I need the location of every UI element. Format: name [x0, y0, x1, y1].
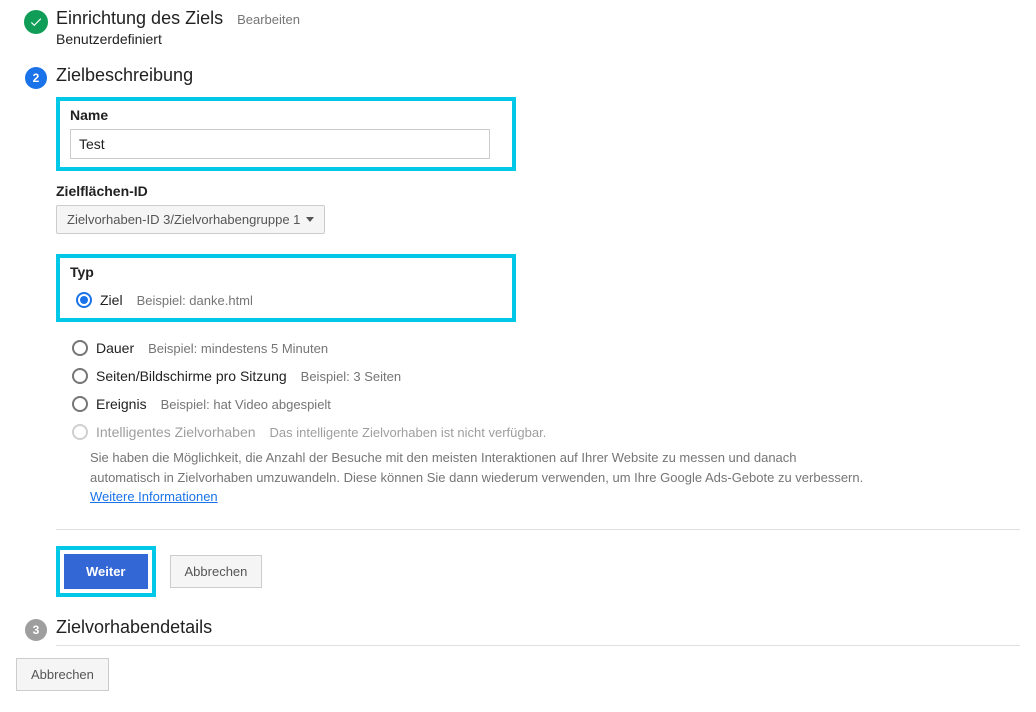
radio-duration[interactable]: Dauer Beispiel: mindestens 5 Minuten [62, 334, 1020, 362]
radio-event[interactable]: Ereignis Beispiel: hat Video abgespielt [62, 390, 1020, 418]
radio-example: Beispiel: mindestens 5 Minuten [148, 341, 328, 356]
type-label: Typ [70, 264, 502, 280]
step-3-badge: 3 [25, 619, 47, 641]
step-1-title: Einrichtung des Ziels [56, 8, 223, 29]
name-label: Name [70, 107, 502, 123]
slot-block: Zielflächen-ID Zielvorhaben-ID 3/Zielvor… [56, 183, 1020, 234]
radio-icon [72, 396, 88, 412]
name-input[interactable] [70, 129, 490, 159]
radio-icon [72, 368, 88, 384]
radio-icon [76, 292, 92, 308]
radio-icon [72, 424, 88, 440]
radio-destination[interactable]: Ziel Beispiel: danke.html [76, 286, 502, 314]
step-2-body: Name Zielflächen-ID Zielvorhaben-ID 3/Zi… [56, 97, 1020, 597]
slot-dropdown-value: Zielvorhaben-ID 3/Zielvorhabengruppe 1 [67, 212, 300, 227]
bottom-actions: Abbrechen [16, 658, 1020, 691]
chevron-down-icon [306, 217, 314, 222]
radio-label: Ereignis [96, 396, 147, 412]
step-3-header: 3 Zielvorhabendetails [16, 617, 1020, 641]
continue-button[interactable]: Weiter [64, 554, 148, 589]
cancel-button[interactable]: Abbrechen [16, 658, 109, 691]
step-1-subtitle: Benutzerdefiniert [56, 31, 1020, 47]
radio-label: Ziel [100, 292, 123, 308]
step-1-header: Einrichtung des Ziels Bearbeiten Benutze… [16, 8, 1020, 47]
step-2-badge: 2 [25, 67, 47, 89]
radio-example: Das intelligente Zielvorhaben ist nicht … [270, 425, 547, 440]
type-highlight: Typ Ziel Beispiel: danke.html [56, 254, 516, 322]
radio-example: Beispiel: 3 Seiten [301, 369, 401, 384]
step-2-buttons: Weiter Abbrechen [56, 546, 1020, 597]
radio-example: Beispiel: hat Video abgespielt [161, 397, 331, 412]
radio-label: Intelligentes Zielvorhaben [96, 424, 256, 440]
radio-icon [72, 340, 88, 356]
divider [56, 529, 1020, 530]
smart-goal-info: Sie haben die Möglichkeit, die Anzahl de… [90, 448, 870, 507]
more-info-link[interactable]: Weitere Informationen [90, 489, 218, 504]
slot-label: Zielflächen-ID [56, 183, 1020, 199]
continue-highlight: Weiter [56, 546, 156, 597]
step-2-header: 2 Zielbeschreibung [16, 65, 1020, 89]
step-2-title: Zielbeschreibung [56, 65, 193, 85]
radio-smart-goal: Intelligentes Zielvorhaben Das intellige… [62, 418, 1020, 446]
slot-dropdown[interactable]: Zielvorhaben-ID 3/Zielvorhabengruppe 1 [56, 205, 325, 234]
divider [56, 645, 1020, 646]
radio-pages[interactable]: Seiten/Bildschirme pro Sitzung Beispiel:… [62, 362, 1020, 390]
radio-example: Beispiel: danke.html [137, 293, 253, 308]
checkmark-icon [24, 10, 48, 34]
radio-label: Seiten/Bildschirme pro Sitzung [96, 368, 287, 384]
radio-label: Dauer [96, 340, 134, 356]
step-3-title: Zielvorhabendetails [56, 617, 212, 637]
edit-link[interactable]: Bearbeiten [237, 12, 300, 27]
name-highlight: Name [56, 97, 516, 171]
cancel-step-button[interactable]: Abbrechen [170, 555, 263, 588]
